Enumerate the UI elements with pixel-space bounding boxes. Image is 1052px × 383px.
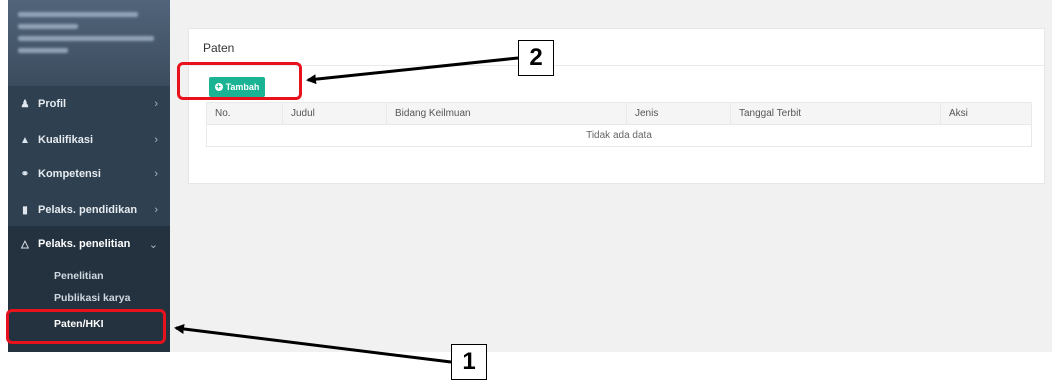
book-icon: ▮ <box>22 204 28 216</box>
sidebar-item-pelaks-penelitian[interactable]: △ Pelaks. penelitian ⌄ <box>8 226 170 262</box>
user-icon: ♟ <box>20 98 30 110</box>
sidebar-item-kompetensi[interactable]: ⚭ Kompetensi › <box>8 156 170 192</box>
paten-card: Paten + Tambah No. Judul Bidang Keilmuan… <box>188 28 1045 184</box>
chevron-right-icon: › <box>154 134 158 146</box>
sidebar-item-label: Kualifikasi <box>38 134 94 146</box>
sidebar: ♟ Profil › ▲ Kualifikasi › ⚭ Kompetensi … <box>8 0 170 352</box>
column-header-aksi: Aksi <box>940 102 1032 125</box>
sidebar-item-pelaks-pendidikan[interactable]: ▮ Pelaks. pendidikan › <box>8 192 170 228</box>
paten-table: No. Judul Bidang Keilmuan Jenis Tanggal … <box>206 102 1032 147</box>
sidebar-item-label: Kompetensi <box>38 168 101 180</box>
callout-2: 2 <box>518 40 554 76</box>
chevron-right-icon: › <box>154 204 158 216</box>
column-header-judul: Judul <box>282 102 387 125</box>
blurred-user-text <box>18 24 78 29</box>
highlight-paten-hki <box>6 309 166 344</box>
graduation-cap-icon: ▲ <box>20 134 30 146</box>
flask-icon: △ <box>21 238 29 250</box>
column-header-no: No. <box>206 102 283 125</box>
sidebar-item-label: Profil <box>38 98 67 110</box>
main-content: Paten + Tambah No. Judul Bidang Keilmuan… <box>170 0 1052 352</box>
empty-message: Tidak ada data <box>206 124 1032 147</box>
sidebar-item-kualifikasi[interactable]: ▲ Kualifikasi › <box>8 122 170 158</box>
highlight-add-button <box>177 62 302 100</box>
callout-1: 1 <box>451 344 487 380</box>
chevron-right-icon: › <box>154 168 158 180</box>
blurred-user-text <box>18 12 138 17</box>
blurred-user-text <box>18 48 68 53</box>
sidebar-item-profil[interactable]: ♟ Profil › <box>8 86 170 122</box>
table-header-row: No. Judul Bidang Keilmuan Jenis Tanggal … <box>206 102 1032 125</box>
column-header-bidang-keilmuan: Bidang Keilmuan <box>386 102 627 125</box>
table-row: Tidak ada data <box>206 124 1032 147</box>
user-panel <box>8 0 170 86</box>
sidebar-item-label: Pelaks. pendidikan <box>38 204 138 216</box>
page: ♟ Profil › ▲ Kualifikasi › ⚭ Kompetensi … <box>0 0 1052 383</box>
submenu-item-penelitian[interactable]: Penelitian <box>54 270 104 282</box>
submenu-item-publikasi-karya[interactable]: Publikasi karya <box>54 292 130 304</box>
chevron-right-icon: › <box>154 98 158 110</box>
divider <box>189 65 1044 66</box>
blurred-user-text <box>18 36 154 41</box>
column-header-tanggal-terbit: Tanggal Terbit <box>730 102 941 125</box>
chevron-down-icon: ⌄ <box>148 238 158 251</box>
sidebar-item-label: Pelaks. penelitian <box>38 238 131 250</box>
column-header-jenis: Jenis <box>626 102 731 125</box>
page-title: Paten <box>203 41 235 55</box>
handshake-icon: ⚭ <box>20 168 30 180</box>
